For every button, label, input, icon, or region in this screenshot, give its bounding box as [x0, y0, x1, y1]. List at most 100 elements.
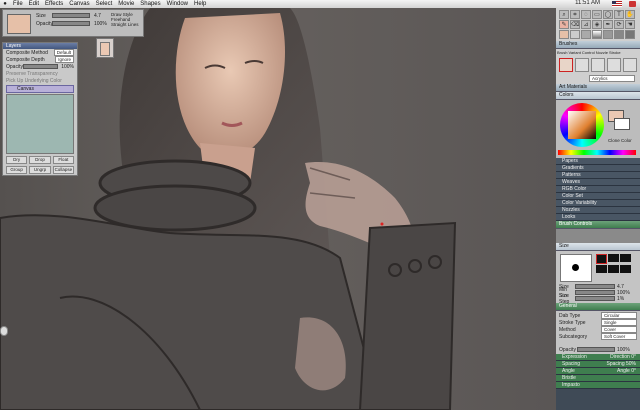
- brush-category-icon[interactable]: [559, 58, 573, 72]
- grabber-tool-icon[interactable]: ✋: [625, 10, 635, 19]
- brush-category-icon[interactable]: [623, 58, 637, 72]
- hue-strip[interactable]: [558, 150, 636, 155]
- hand-tool-icon[interactable]: ☚: [625, 20, 635, 29]
- secondary-color[interactable]: [614, 118, 630, 130]
- stroke-type-select[interactable]: Single: [601, 319, 637, 326]
- menu-select[interactable]: Select: [93, 1, 116, 7]
- colors-header[interactable]: Colors: [556, 92, 640, 100]
- brush-controls-header[interactable]: Brush Controls: [556, 221, 640, 229]
- brush-category-icon[interactable]: [591, 58, 605, 72]
- stroke-menu[interactable]: Stroke: [609, 50, 621, 55]
- crop-tool-icon[interactable]: ⌗: [570, 10, 580, 19]
- magnifier-tool-icon[interactable]: ⌕: [559, 10, 569, 19]
- brush-tool-icon[interactable]: ✎: [559, 20, 569, 29]
- dab-type-select[interactable]: Circular: [601, 312, 637, 319]
- color-set-section[interactable]: Color Set: [556, 193, 640, 200]
- expression-section[interactable]: Expression Direction 0°: [556, 354, 640, 361]
- gradient-swatch-icon[interactable]: [592, 30, 602, 39]
- brush-preview-swatch[interactable]: [7, 14, 31, 34]
- flag-icon[interactable]: [612, 1, 622, 7]
- nozzle-menu[interactable]: Nozzle: [596, 50, 608, 55]
- paper-swatch-icon[interactable]: [570, 30, 580, 39]
- selection-tool-icon[interactable]: ▭: [592, 10, 602, 19]
- lasso-tool-icon[interactable]: ◌: [581, 10, 591, 19]
- color-picker[interactable]: [556, 100, 640, 158]
- subcategory-select[interactable]: Soft Cover: [601, 333, 637, 340]
- ungroup-button[interactable]: Ungrp: [29, 166, 51, 174]
- group-button[interactable]: Group: [6, 166, 28, 174]
- menu-movie[interactable]: Movie: [115, 1, 137, 7]
- bucket-tool-icon[interactable]: ◈: [592, 20, 602, 29]
- opacity-slider[interactable]: [52, 21, 90, 26]
- angle-section[interactable]: Angle Angle 0°: [556, 368, 640, 375]
- menu-effects[interactable]: Effects: [42, 1, 66, 7]
- collapse-button[interactable]: Collapse: [52, 166, 74, 174]
- brush-category-icon[interactable]: [607, 58, 621, 72]
- bristle-section[interactable]: Bristle: [556, 375, 640, 382]
- size-section-header[interactable]: Size: [556, 243, 640, 251]
- float-button[interactable]: Float: [52, 156, 74, 164]
- pick-up-underlying-color[interactable]: Pick Up Underlying Color: [3, 77, 77, 84]
- nozzles-section[interactable]: Nozzles: [556, 207, 640, 214]
- composite-depth-select[interactable]: Ignore: [55, 56, 74, 63]
- dab-profile-icon[interactable]: [596, 265, 607, 273]
- art-materials-header[interactable]: Art Materials: [556, 84, 640, 92]
- weave-swatch-icon[interactable]: [625, 30, 635, 39]
- dry-button[interactable]: Dry: [6, 156, 28, 164]
- brush-menu[interactable]: Brush: [557, 50, 567, 55]
- dab-profile-icon[interactable]: [608, 254, 619, 262]
- impasto-section[interactable]: Impasto: [556, 382, 640, 389]
- control-menu[interactable]: Control: [582, 50, 595, 55]
- variant-menu[interactable]: Variant: [568, 50, 580, 55]
- menu-file[interactable]: File: [10, 1, 26, 7]
- dab-profile-icon[interactable]: [620, 265, 631, 273]
- drawing-canvas[interactable]: [0, 8, 556, 410]
- pen-tool-icon[interactable]: ✒: [603, 20, 613, 29]
- looks-section[interactable]: Looks: [556, 214, 640, 221]
- menu-canvas[interactable]: Canvas: [66, 1, 92, 7]
- straight-lines-option[interactable]: Straight Lines: [111, 22, 139, 27]
- apple-icon[interactable]: ●: [0, 1, 10, 7]
- layer-opacity-slider[interactable]: [22, 64, 59, 69]
- menu-edit[interactable]: Edit: [26, 1, 42, 7]
- papers-section[interactable]: Papers: [556, 158, 640, 165]
- look-swatch-icon[interactable]: [614, 30, 624, 39]
- layer-list-area[interactable]: [6, 94, 74, 154]
- spacing-section[interactable]: Spacing Spacing 50%: [556, 361, 640, 368]
- text-tool-icon[interactable]: T: [614, 10, 624, 19]
- brushes-header[interactable]: Brushes: [556, 41, 640, 49]
- current-color-swatch[interactable]: [100, 42, 110, 56]
- menu-shapes[interactable]: Shapes: [137, 1, 163, 7]
- variant-select[interactable]: Acrylics: [589, 75, 635, 82]
- menu-help[interactable]: Help: [191, 1, 209, 7]
- scroll-handle[interactable]: [0, 326, 8, 336]
- general-opacity-slider[interactable]: [577, 347, 615, 352]
- brush-category-icon[interactable]: [575, 58, 589, 72]
- preserve-transparency[interactable]: Preserve Transparency: [3, 70, 77, 77]
- clone-color-label[interactable]: Clone Color: [608, 138, 632, 143]
- shape-tool-icon[interactable]: ◯: [603, 10, 613, 19]
- method-select[interactable]: Cover: [601, 326, 637, 333]
- drop-button[interactable]: Drop: [29, 156, 51, 164]
- dab-profile-icon[interactable]: [596, 254, 607, 264]
- color-swatch-icon[interactable]: [559, 30, 569, 39]
- nozzle-swatch-icon[interactable]: [603, 30, 613, 39]
- rotate-tool-icon[interactable]: ⟳: [614, 20, 624, 29]
- swatch-window[interactable]: [96, 38, 114, 58]
- composite-method-select[interactable]: Default: [53, 49, 74, 56]
- dab-profile-icon[interactable]: [620, 254, 631, 262]
- dab-profile-icon[interactable]: [608, 265, 619, 273]
- application-icon[interactable]: [629, 1, 636, 7]
- color-variability-section[interactable]: Color Variability: [556, 200, 640, 207]
- eraser-tool-icon[interactable]: ⌫: [570, 20, 580, 29]
- size-slider[interactable]: [52, 13, 90, 18]
- weaves-section[interactable]: Weaves: [556, 179, 640, 186]
- gradients-section[interactable]: Gradients: [556, 165, 640, 172]
- saturation-triangle[interactable]: [568, 111, 596, 139]
- menu-window[interactable]: Window: [164, 1, 191, 7]
- layer-canvas-row[interactable]: Canvas: [6, 85, 74, 93]
- rgb-color-section[interactable]: RGB Color: [556, 186, 640, 193]
- patterns-section[interactable]: Patterns: [556, 172, 640, 179]
- pattern-swatch-icon[interactable]: [581, 30, 591, 39]
- size-step-slider[interactable]: [575, 296, 615, 301]
